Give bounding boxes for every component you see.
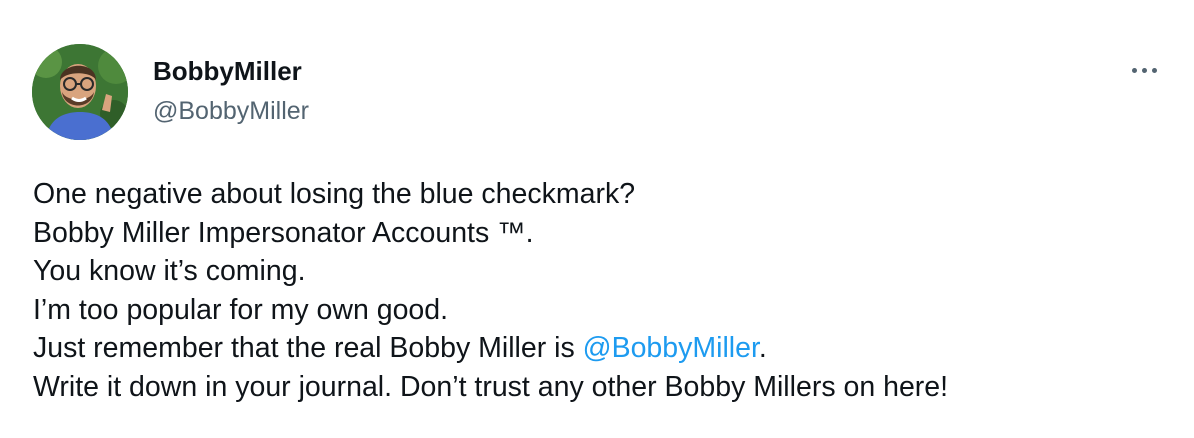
more-dot: [1152, 68, 1157, 73]
avatar[interactable]: [32, 44, 128, 140]
author-handle[interactable]: @BobbyMiller: [153, 96, 309, 126]
tweet-card: BobbyMiller @BobbyMiller One negative ab…: [0, 0, 1194, 438]
profile-photo: [32, 44, 128, 140]
tweet-line: One negative about losing the blue check…: [33, 178, 636, 210]
more-dot: [1132, 68, 1137, 73]
mention-link[interactable]: @BobbyMiller: [583, 332, 759, 364]
tweet-text: One negative about losing the blue check…: [33, 175, 1183, 406]
author-display-name[interactable]: BobbyMiller: [153, 56, 302, 86]
tweet-line: Bobby Miller Impersonator Accounts ™.: [33, 216, 534, 249]
tweet-line-text: Just remember that the real Bobby Miller…: [33, 332, 583, 364]
tweet-line: You know it’s coming.: [33, 255, 306, 287]
tweet-line: I’m too popular for my own good.: [33, 293, 449, 326]
tweet-line: Just remember that the real Bobby Miller…: [33, 329, 1183, 368]
tweet-line-text: .: [758, 332, 767, 364]
more-options-icon[interactable]: [1122, 56, 1166, 86]
tweet-line: Write it down in your journal. Don’t tru…: [33, 370, 949, 403]
more-dot: [1142, 68, 1147, 73]
